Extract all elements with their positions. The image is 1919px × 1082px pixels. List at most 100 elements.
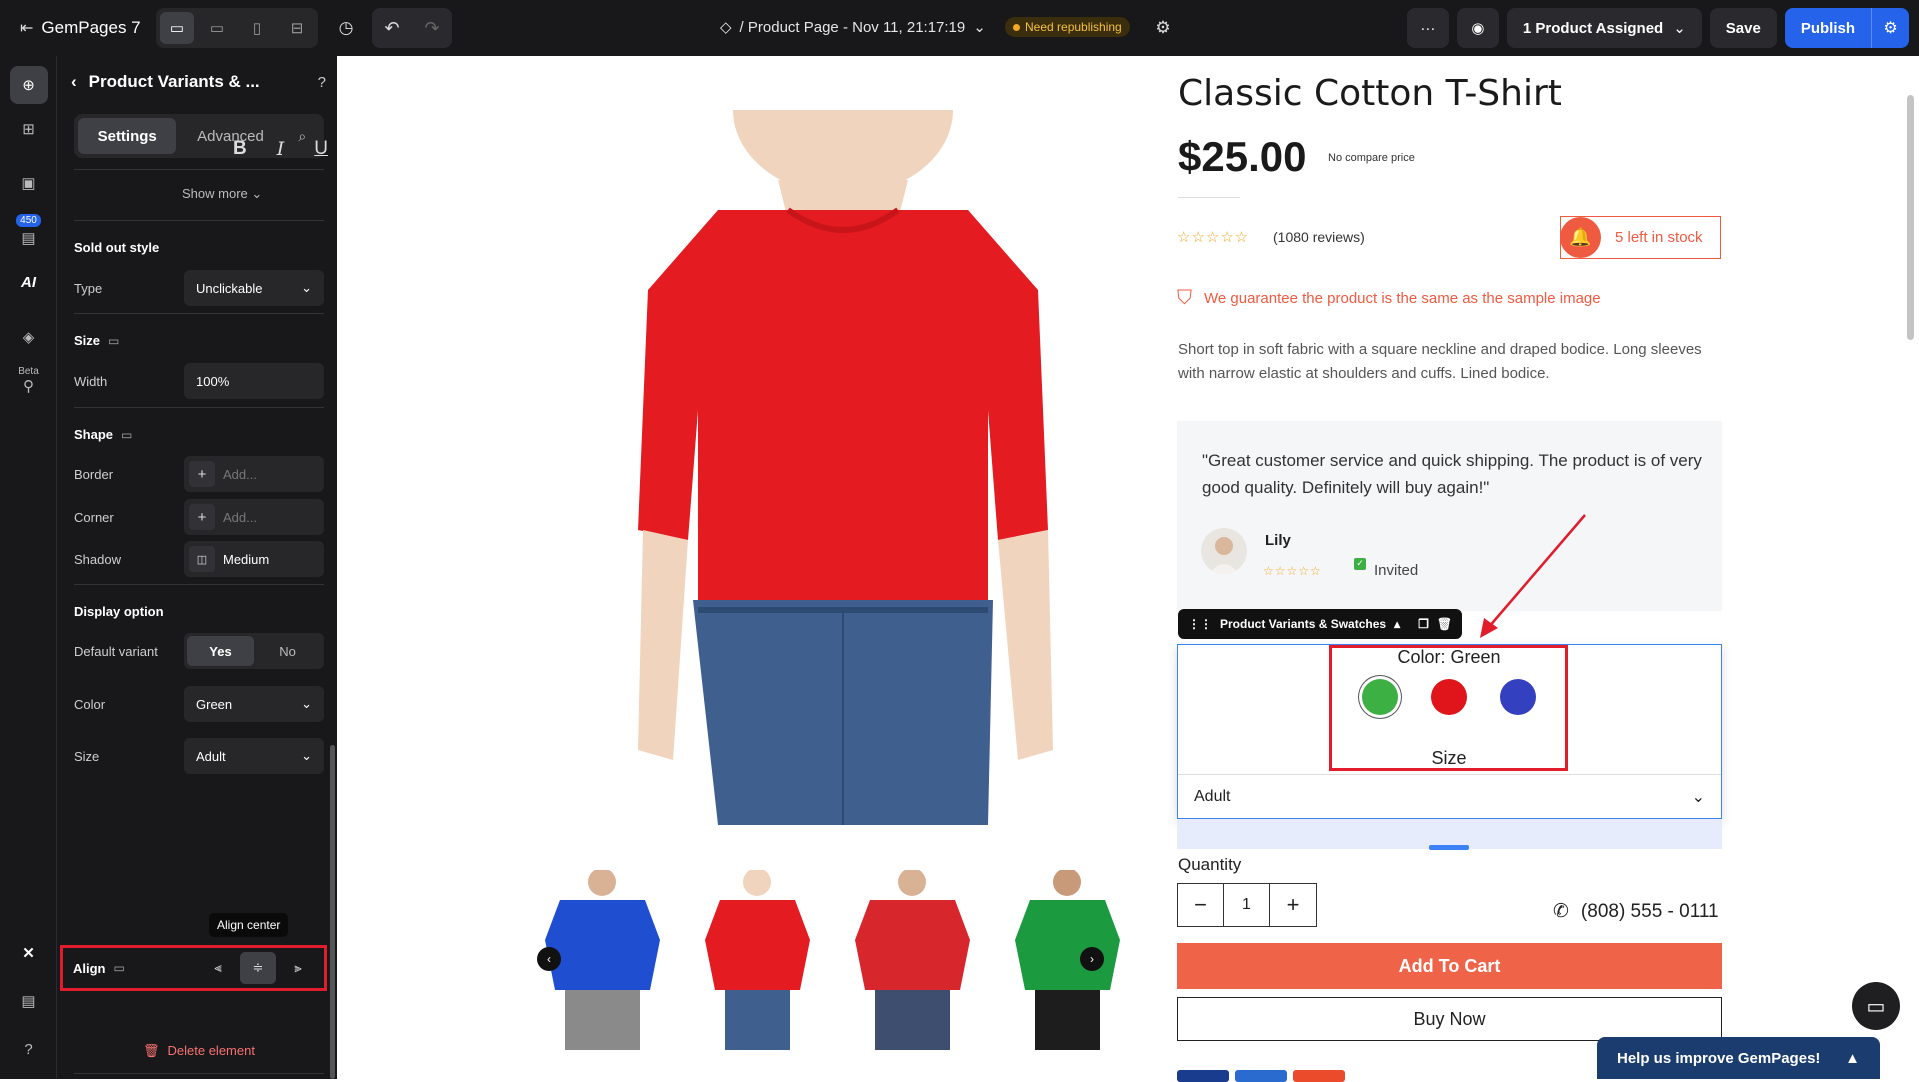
sections-button[interactable]: ⊞: [0, 120, 57, 138]
laptop-icon[interactable]: ▭: [200, 12, 234, 44]
layout-icon[interactable]: ⊟: [280, 12, 314, 44]
border-add-field[interactable]: + Add...: [184, 456, 324, 492]
help-button[interactable]: ?: [0, 1041, 57, 1058]
width-input[interactable]: 100%: [184, 363, 324, 399]
size-section-title: Size ▭: [74, 333, 119, 348]
trash-icon[interactable]: 🗑: [1437, 617, 1452, 631]
caret-up-icon[interactable]: ▴: [1394, 617, 1400, 631]
pages-button[interactable]: ▣: [0, 174, 57, 192]
thumbnail-green-shirt[interactable]: [1005, 868, 1130, 1050]
mobile-icon[interactable]: ▯: [240, 12, 274, 44]
device-switcher: ▭ ▭ ▯ ⊟: [156, 8, 318, 48]
border-placeholder: Add...: [223, 466, 257, 482]
type-select[interactable]: Unclickable ⌄: [184, 270, 324, 306]
quantity-input[interactable]: 1: [1224, 884, 1270, 926]
preview-eye-icon[interactable]: ◉: [1456, 8, 1499, 48]
size-dropdown[interactable]: Adult ⌄: [1178, 774, 1721, 818]
thumbnail-prev-arrow[interactable]: ‹: [537, 947, 561, 971]
display-section-title: Display option: [74, 604, 164, 619]
color-label: Color: [74, 696, 106, 712]
boy-red-tshirt-illustration: [568, 25, 1138, 825]
align-row: Align ▭ ⫷ ≑ ⫸: [60, 945, 327, 991]
corner-add-field[interactable]: + Add...: [184, 499, 324, 535]
canvas-scrollbar[interactable]: [1907, 95, 1914, 340]
divider: [74, 313, 324, 314]
settings-panel: ‹ Product Variants & ... ? Settings Adva…: [57, 56, 337, 1079]
product-hero-image[interactable]: [568, 25, 1138, 825]
delete-element-button[interactable]: 🗑 Delete element: [143, 1043, 255, 1059]
type-value: Unclickable: [196, 280, 263, 296]
beta-feature-button[interactable]: Beta ⚲: [0, 366, 57, 395]
exit-icon[interactable]: ⇤: [20, 18, 33, 38]
save-button[interactable]: Save: [1709, 8, 1777, 48]
spacing-handle-area[interactable]: [1177, 819, 1722, 850]
undo-icon[interactable]: ↶: [372, 8, 412, 48]
buy-now-button[interactable]: Buy Now: [1177, 997, 1722, 1041]
bold-icon[interactable]: B: [233, 138, 247, 160]
border-label: Border: [74, 466, 114, 482]
no-option[interactable]: No: [254, 636, 321, 666]
avatar-image: [1209, 537, 1239, 574]
caret-up-icon[interactable]: ▲: [1845, 1050, 1860, 1067]
align-right-icon[interactable]: ⫸: [280, 952, 316, 984]
thumbnail-red-shirt-kid[interactable]: [695, 868, 820, 1050]
drag-handle-icon[interactable]: ⋮⋮: [1188, 617, 1212, 631]
show-more-button[interactable]: Show more ⌄: [182, 186, 262, 202]
size-row: Size Adult ⌄: [74, 738, 324, 774]
size-select[interactable]: Adult ⌄: [184, 738, 324, 774]
publish-settings-gear-icon[interactable]: ⚙: [1871, 8, 1909, 48]
top-actions: ··· ◉ 1 Product Assigned ⌄ Save Publish ⚙: [1406, 8, 1909, 48]
underline-icon[interactable]: U: [314, 138, 328, 160]
color-select[interactable]: Green ⌄: [184, 686, 324, 722]
color-value: Green: [196, 696, 233, 712]
border-row: Border + Add...: [74, 456, 324, 492]
page-title[interactable]: ◇ / Product Page - Nov 11, 21:17:19 ⌄: [720, 18, 986, 37]
element-toolbar[interactable]: ⋮⋮ Product Variants & Swatches ▴ ❐ 🗑: [1178, 609, 1463, 639]
duplicate-icon[interactable]: ❐: [1418, 617, 1429, 631]
align-center-icon[interactable]: ≑: [240, 952, 276, 984]
align-options: ⫷ ≑ ⫸: [200, 952, 316, 984]
size-title: Size: [74, 333, 101, 348]
monitor-icon: ▭: [108, 333, 120, 348]
clipboard-button[interactable]: ▤: [0, 992, 57, 1010]
chevron-down-icon: ⌄: [973, 19, 986, 36]
layers-button[interactable]: ◈: [0, 328, 57, 346]
help-feedback-bar[interactable]: Help us improve GemPages! ▲: [1597, 1037, 1880, 1079]
ai-sparkle-icon[interactable]: ⚙: [1145, 10, 1181, 46]
thumbnail-green-shirt-image: [1015, 868, 1120, 1050]
thumbnail-next-arrow[interactable]: ›: [1080, 947, 1104, 971]
brand[interactable]: ⇤ GemPages 7: [0, 18, 150, 38]
add-to-cart-button[interactable]: Add To Cart: [1177, 943, 1722, 989]
decrease-button[interactable]: −: [1178, 884, 1224, 926]
publish-button[interactable]: Publish: [1784, 8, 1871, 48]
help-icon[interactable]: ?: [318, 74, 326, 91]
type-row: Type Unclickable ⌄: [74, 270, 324, 306]
align-left-icon[interactable]: ⫷: [200, 952, 236, 984]
review-count: (1080 reviews): [1273, 229, 1365, 245]
apps-button[interactable]: 450 ▤: [0, 214, 57, 247]
ai-button[interactable]: AI: [0, 274, 57, 291]
history-icon[interactable]: ◷: [328, 10, 364, 46]
x-icon-button[interactable]: ✕: [0, 944, 57, 962]
thumbnail-red-shirt-kid-image: [705, 868, 810, 1050]
italic-icon[interactable]: I: [277, 138, 285, 160]
chat-bubble-icon[interactable]: ▭: [1852, 982, 1900, 1030]
desktop-icon[interactable]: ▭: [160, 12, 194, 44]
redo-icon[interactable]: ↷: [412, 8, 452, 48]
yes-option[interactable]: Yes: [187, 636, 254, 666]
corner-placeholder: Add...: [223, 509, 257, 525]
thumbnail-red-shirt-man[interactable]: [850, 868, 975, 1050]
back-chevron-icon[interactable]: ‹: [71, 72, 77, 92]
display-title: Display option: [74, 604, 164, 619]
top-bar: ⇤ GemPages 7 ▭ ▭ ▯ ⊟ ◷ ↶ ↷ ◇ / Product P…: [0, 0, 1919, 56]
add-element-button[interactable]: ⊕: [0, 66, 57, 104]
reviewer-name: Lily: [1265, 532, 1291, 549]
product-assigned-dropdown[interactable]: 1 Product Assigned ⌄: [1506, 8, 1702, 48]
more-button[interactable]: ···: [1406, 8, 1449, 48]
resize-handle[interactable]: [1429, 845, 1469, 850]
payment-badges: [1177, 1070, 1345, 1082]
shadow-field[interactable]: ◫ Medium: [184, 541, 324, 577]
panel-scrollbar[interactable]: [330, 745, 335, 1079]
increase-button[interactable]: +: [1270, 884, 1316, 926]
tab-settings[interactable]: Settings: [78, 118, 177, 154]
